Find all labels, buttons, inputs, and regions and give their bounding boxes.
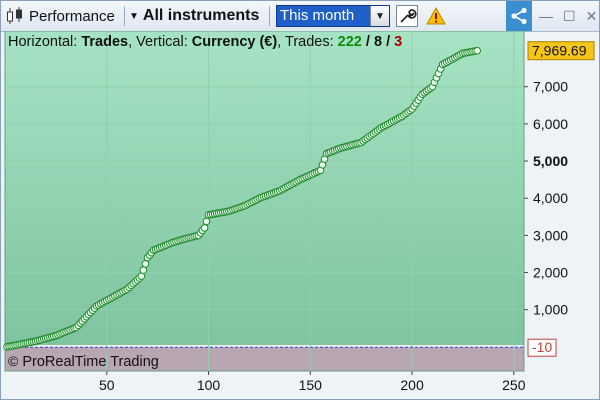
copyright-text: ProRealTime Trading <box>22 354 159 370</box>
warning-icon <box>426 7 446 25</box>
last-value-label: 7,969.69 <box>532 43 587 59</box>
horizontal-value: Trades <box>81 34 129 50</box>
period-select[interactable]: This month ▼ <box>276 5 390 27</box>
toolbar: Performance ▼ All instruments This month… <box>1 1 599 32</box>
minimize-icon[interactable]: — <box>539 8 553 24</box>
trades-other: 3 <box>394 34 403 50</box>
settings-button[interactable] <box>395 4 419 28</box>
last-value-marker: 7,969.69 <box>527 41 595 61</box>
window-controls: — ☐ ✕ <box>539 4 597 28</box>
vertical-label: Vertical: <box>136 34 188 50</box>
slash-separator: / <box>386 34 391 50</box>
instrument-dropdown[interactable]: ▼ All instruments <box>129 4 259 28</box>
share-button[interactable] <box>506 1 532 31</box>
copyright-symbol: © <box>8 353 19 369</box>
triangle-down-icon: ▼ <box>129 10 139 22</box>
close-icon[interactable]: ✕ <box>586 8 598 25</box>
slash-separator: / <box>365 34 370 50</box>
plot-background <box>5 31 524 345</box>
y-axis: 1,000 2,000 3,000 4,000 5,000 6,000 7,000 <box>524 79 568 318</box>
chevron-down-icon[interactable]: ▼ <box>370 6 389 26</box>
x-tick-label: 200 <box>400 377 424 393</box>
trades-losing: 8 <box>373 34 383 50</box>
x-tick-label: 250 <box>502 377 526 393</box>
trade-point <box>137 272 146 280</box>
share-icon <box>511 7 527 25</box>
y-tick-label: 7,000 <box>533 79 568 95</box>
y-tick-label: 3,000 <box>533 227 568 243</box>
y-tick-label: 4,000 <box>533 190 568 206</box>
y-tick-label: 6,000 <box>533 116 568 132</box>
x-tick-label: 100 <box>197 377 221 393</box>
maximize-icon[interactable]: ☐ <box>563 8 576 25</box>
y-tick-label: 1,000 <box>533 302 568 318</box>
performance-menu[interactable]: Performance <box>29 4 115 28</box>
horizontal-label: Horizontal: <box>8 34 78 50</box>
baseline-marker: -10 <box>527 338 557 357</box>
copyright-notice: © ProRealTime Trading <box>8 353 159 370</box>
trades-total: 222 <box>337 34 362 50</box>
x-tick-label: 150 <box>299 377 323 393</box>
y-tick-label: 5,000 <box>533 153 568 169</box>
instrument-label: All instruments <box>142 7 260 24</box>
trade-point <box>202 217 211 226</box>
candlestick-icon <box>5 4 27 28</box>
performance-label: Performance <box>29 7 115 25</box>
y-tick-label: 2,000 <box>533 265 568 281</box>
warning-button[interactable] <box>425 4 447 28</box>
toolbar-divider <box>269 6 270 26</box>
equity-chart: 1,000 2,000 3,000 4,000 5,000 6,000 7,000 50 10… <box>3 31 595 393</box>
trade-point <box>473 46 482 55</box>
trade-point <box>200 224 209 232</box>
performance-window: Performance ▼ All instruments This month… <box>0 0 600 400</box>
wrench-icon <box>396 5 418 27</box>
baseline-label: -10 <box>532 339 552 355</box>
trade-point <box>139 266 148 274</box>
trade-point <box>141 260 150 268</box>
period-value: This month <box>280 7 355 24</box>
x-tick-label: 50 <box>99 377 115 393</box>
toolbar-divider <box>124 6 125 26</box>
x-axis: 50 100 150 200 250 <box>99 371 526 393</box>
vertical-value: Currency (€) <box>191 34 278 50</box>
trades-label: Trades: <box>285 34 334 50</box>
chart-caption: Horizontal: Trades, Vertical: Currency (… <box>8 34 403 50</box>
